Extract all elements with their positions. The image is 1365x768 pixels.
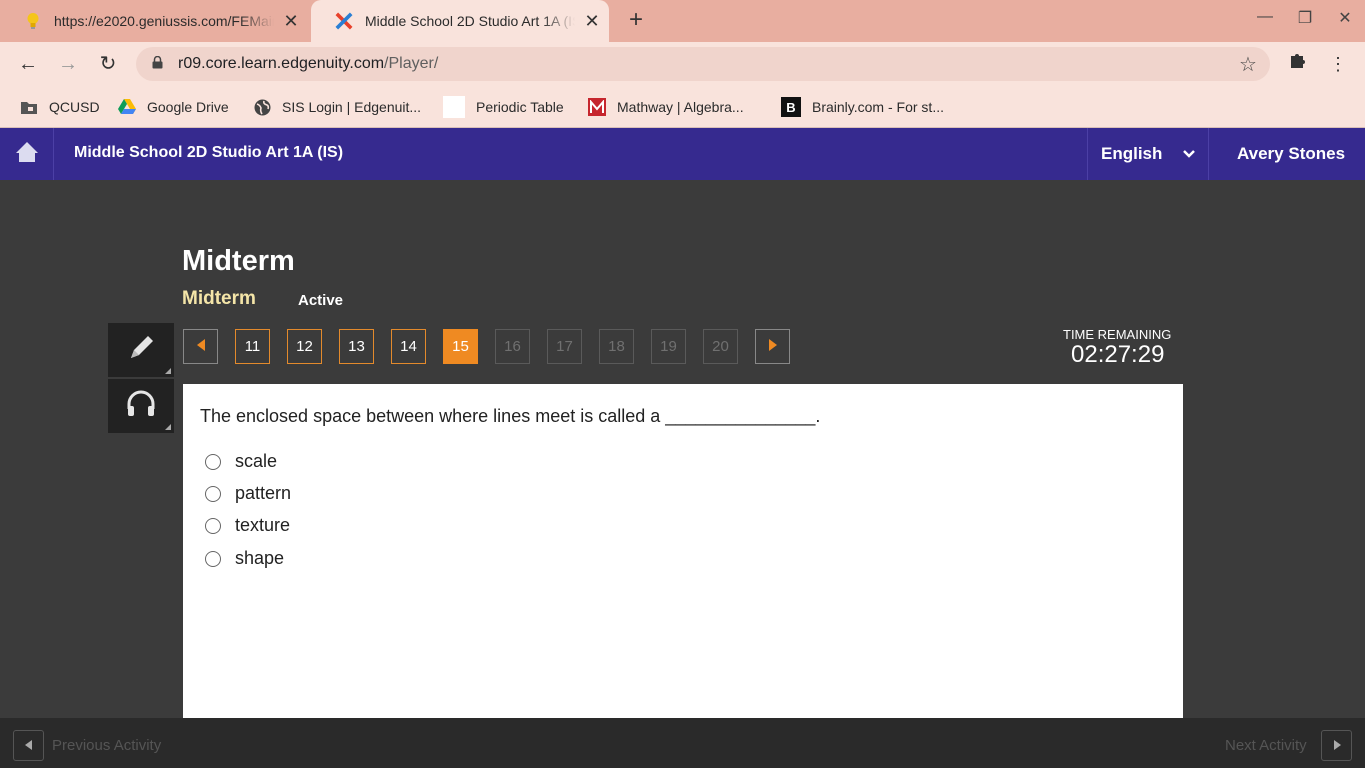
mathway-icon [588, 98, 606, 116]
tab-title: https://e2020.geniussis.com/FEMain.aspx [54, 13, 274, 29]
google-drive-icon [118, 98, 136, 116]
globe-icon [253, 98, 271, 116]
caret-right-icon [1333, 737, 1341, 755]
extensions-puzzle-icon[interactable] [1284, 50, 1312, 78]
caret-left-icon [196, 338, 206, 355]
next-question-button[interactable] [755, 329, 790, 364]
bookmark-mathway[interactable]: Mathway | Algebra... [588, 96, 744, 118]
address-bar[interactable]: r09.core.learn.edgenuity.com/Player/ ☆ [136, 47, 1270, 81]
close-icon[interactable]: ✕ [274, 11, 308, 32]
next-activity-label[interactable]: Next Activity [1225, 737, 1307, 754]
radio-button[interactable] [205, 550, 221, 567]
audio-tool-button[interactable] [108, 379, 174, 433]
edgenuity-icon [335, 12, 353, 30]
question-15-button[interactable]: 15 [443, 329, 478, 364]
question-11-button[interactable]: 11 [235, 329, 270, 364]
question-14-button[interactable]: 14 [391, 329, 426, 364]
caret-right-icon [768, 338, 778, 355]
language-select[interactable]: English [1087, 128, 1209, 180]
course-title: Middle School 2D Studio Art 1A (IS) [74, 144, 344, 161]
previous-activity-label[interactable]: Previous Activity [52, 737, 161, 754]
question-panel: The enclosed space between where lines m… [183, 384, 1183, 718]
question-12-button[interactable]: 12 [287, 329, 322, 364]
previous-question-button[interactable] [183, 329, 218, 364]
answer-choice-texture[interactable]: texture [205, 515, 290, 536]
radio-button[interactable] [205, 485, 221, 502]
answer-choice-pattern[interactable]: pattern [205, 483, 291, 504]
question-18-button: 18 [599, 329, 634, 364]
browser-tab-genius[interactable]: https://e2020.geniussis.com/FEMain.aspx … [0, 0, 308, 42]
folder-icon [20, 98, 38, 116]
minimize-icon[interactable]: — [1245, 8, 1285, 34]
tab-title: Middle School 2D Studio Art 1A (IS) [365, 13, 575, 29]
bookmark-sis-login[interactable]: SIS Login | Edgenuit... [253, 96, 421, 118]
home-button[interactable] [0, 128, 54, 180]
previous-activity-button[interactable] [13, 730, 44, 761]
radio-button[interactable] [205, 453, 221, 470]
course-header: Middle School 2D Studio Art 1A (IS) Engl… [0, 128, 1365, 180]
bookmark-google-drive[interactable]: Google Drive [118, 96, 229, 118]
star-icon[interactable]: ☆ [1226, 52, 1270, 77]
home-icon [15, 141, 39, 168]
bookmark-periodic-table[interactable]: Periodic Table [443, 96, 564, 118]
page-title: Midterm [182, 245, 295, 277]
caret-left-icon [24, 737, 33, 755]
browser-toolbar: ← → ↻ r09.core.learn.edgenuity.com/Playe… [0, 42, 1365, 86]
activity-subtitle: Midterm [182, 288, 256, 309]
reload-icon[interactable]: ↻ [94, 50, 122, 78]
next-activity-button[interactable] [1321, 730, 1352, 761]
question-17-button: 17 [547, 329, 582, 364]
bookmark-brainly[interactable]: B Brainly.com - For st... [781, 96, 944, 118]
time-remaining-value: 02:27:29 [1071, 341, 1165, 368]
lock-icon [136, 55, 178, 72]
lightbulb-icon [24, 12, 42, 30]
question-13-button[interactable]: 13 [339, 329, 374, 364]
menu-kebab-icon[interactable]: ⋮ [1324, 50, 1352, 78]
radio-button[interactable] [205, 517, 221, 534]
answer-choice-scale[interactable]: scale [205, 451, 277, 472]
browser-tab-edgenuity[interactable]: Middle School 2D Studio Art 1A (IS) ✕ [311, 0, 609, 42]
new-tab-button[interactable]: + [622, 6, 650, 34]
question-20-button: 20 [703, 329, 738, 364]
status-label: Active [298, 292, 344, 309]
chevron-down-icon [1182, 146, 1196, 166]
question-19-button: 19 [651, 329, 686, 364]
url-text: r09.core.learn.edgenuity.com/Player/ [178, 55, 439, 72]
user-name[interactable]: Avery Stones [1237, 144, 1345, 164]
headphones-icon [125, 389, 157, 424]
question-16-button: 16 [495, 329, 530, 364]
activity-footer: Previous Activity Next Activity [0, 718, 1365, 768]
close-icon[interactable]: ✕ [575, 11, 609, 32]
brainly-icon: B [781, 97, 801, 117]
blank-page-icon [443, 96, 465, 118]
answer-choice-shape[interactable]: shape [205, 548, 284, 569]
question-text: The enclosed space between where lines m… [200, 406, 821, 426]
window-close-icon[interactable]: ✕ [1325, 8, 1365, 34]
pencil-icon [125, 332, 157, 369]
browser-tab-strip: https://e2020.geniussis.com/FEMain.aspx … [0, 0, 1365, 42]
bookmarks-bar: QCUSD Google Drive SIS Login | Edgenuit.… [0, 86, 1365, 128]
forward-arrow-icon[interactable]: → [54, 50, 82, 78]
restore-icon[interactable]: ❐ [1285, 8, 1325, 34]
pencil-tool-button[interactable] [108, 323, 174, 377]
time-remaining-label: TIME REMAINING [1063, 327, 1172, 342]
bookmark-qcusd[interactable]: QCUSD [20, 96, 100, 118]
back-arrow-icon[interactable]: ← [14, 50, 42, 78]
